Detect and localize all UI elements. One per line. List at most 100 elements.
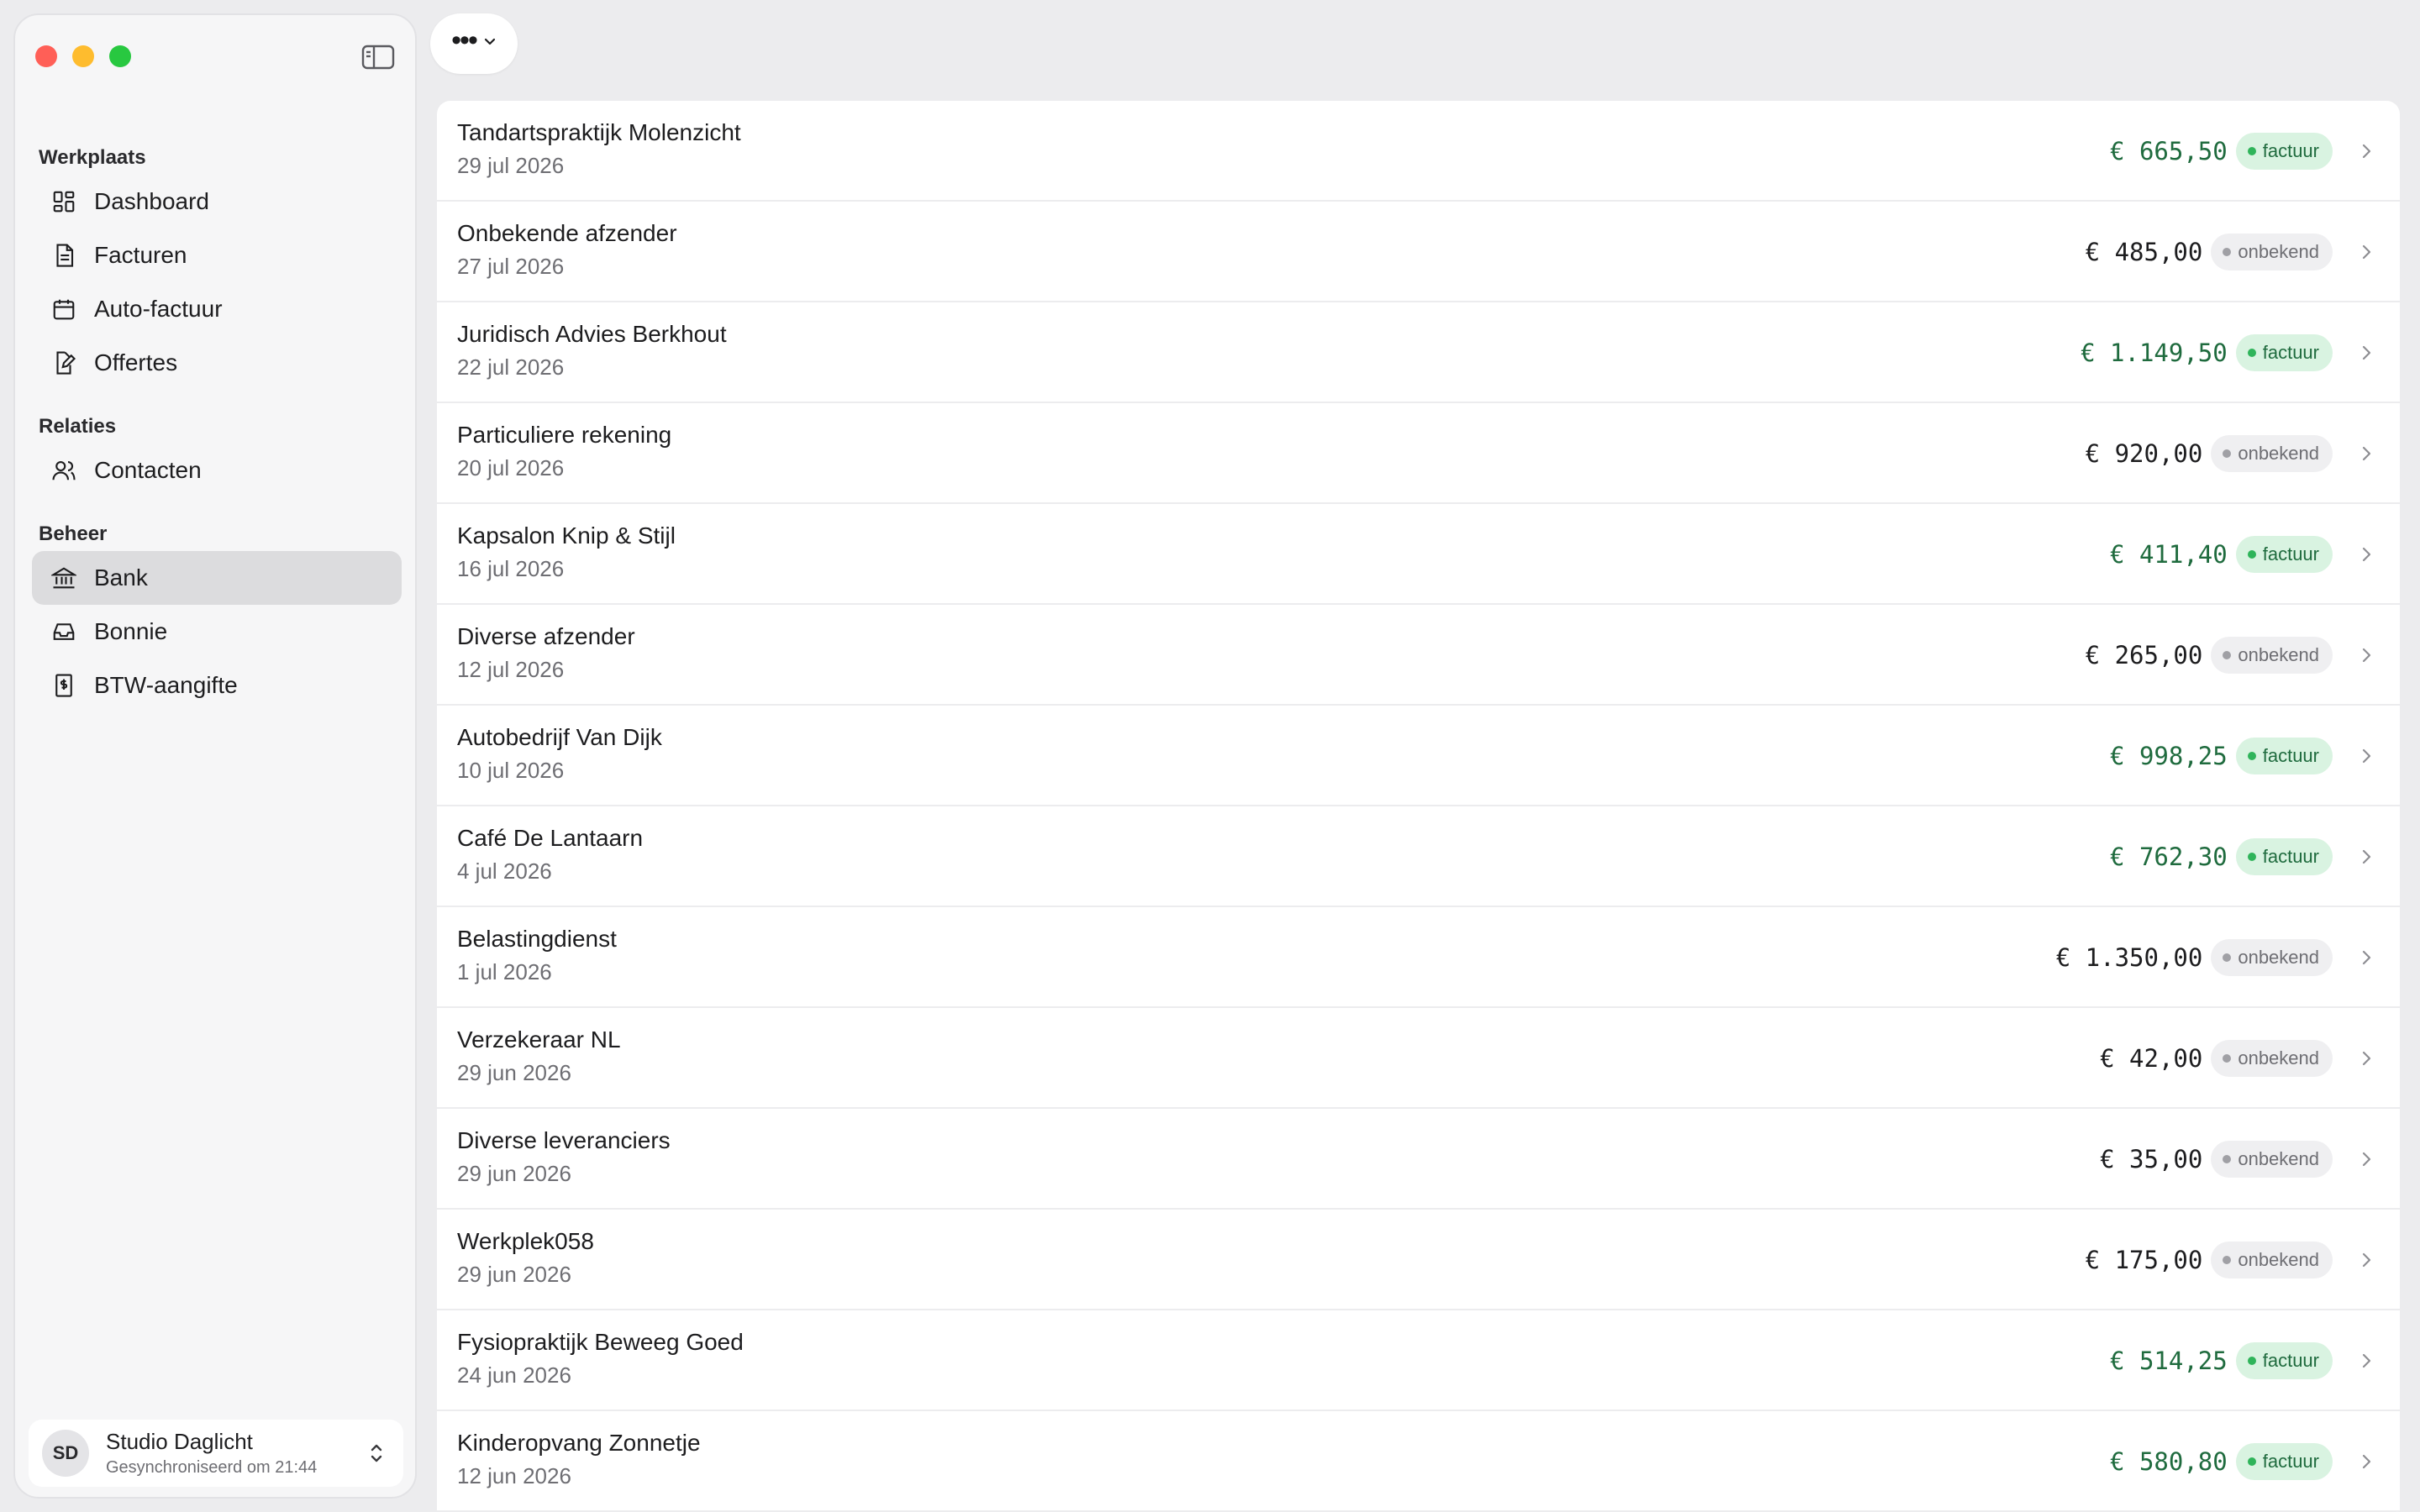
dashboard-icon (50, 188, 77, 215)
status-label: onbekend (2238, 644, 2319, 665)
sidebar-item-bank[interactable]: Bank (32, 551, 402, 605)
transaction-row[interactable]: Kapsalon Knip & Stijl 16 jul 2026 € 411,40… (437, 504, 2400, 605)
sidebar-item-auto-factuur[interactable]: Auto-factuur (32, 282, 402, 336)
chevron-right-icon (2358, 342, 2375, 364)
sidebar-item-label: Bank (94, 564, 148, 591)
sidebar-item-label: Auto-factuur (94, 296, 223, 322)
sidebar-toggle-icon[interactable] (361, 44, 395, 71)
section-label-beheer: Beheer (39, 522, 108, 545)
transaction-amount: € 920,00 (2085, 439, 2203, 468)
chevron-down-icon (483, 36, 497, 51)
transaction-date: 22 jul 2026 (457, 354, 565, 380)
account-switcher[interactable]: SD Studio Daglicht Gesynchroniseerd om 2… (29, 1420, 403, 1487)
status-badge: onbekend (2211, 1040, 2333, 1077)
status-label: onbekend (2238, 1148, 2319, 1169)
status-dot-icon (2247, 752, 2256, 760)
status-badge: onbekend (2211, 234, 2333, 270)
transaction-date: 12 jul 2026 (457, 657, 565, 682)
status-badge: factuur (2235, 838, 2333, 875)
transaction-amount: € 580,80 (2110, 1447, 2228, 1476)
status-dot-icon (2223, 953, 2232, 962)
transaction-amount: € 514,25 (2110, 1347, 2228, 1375)
status-dot-icon (2223, 248, 2232, 256)
status-badge: factuur (2235, 1443, 2333, 1480)
sidebar-item-label: BTW-aangifte (94, 672, 238, 698)
transaction-list: Tandartspraktijk Molenzicht 29 jul 2026 € … (437, 101, 2400, 1512)
bank-icon (50, 564, 77, 591)
sidebar: Werkplaats Dashboard Facturen Auto-factu… (13, 13, 417, 1499)
status-label: onbekend (2238, 1047, 2319, 1068)
transaction-row[interactable]: Tandartspraktijk Molenzicht 29 jul 2026 € … (437, 101, 2400, 202)
chevron-right-icon (2358, 846, 2375, 868)
transaction-amount: € 175,00 (2085, 1246, 2203, 1274)
avatar: SD (42, 1430, 89, 1477)
transaction-row[interactable]: Belastingdienst 1 jul 2026 € 1.350,00 onbek… (437, 907, 2400, 1008)
transaction-row[interactable]: Kinderopvang Zonnetje 12 jun 2026 € 580,80… (437, 1411, 2400, 1512)
status-dot-icon (2223, 1054, 2232, 1063)
transaction-name: Diverse leveranciers (457, 1127, 671, 1153)
transaction-row[interactable]: Diverse afzender 12 jul 2026 € 265,00 onbek… (437, 605, 2400, 706)
status-label: factuur (2262, 543, 2319, 564)
transaction-date: 29 jun 2026 (457, 1060, 571, 1085)
status-dot-icon (2223, 1155, 2232, 1163)
transaction-name: Café De Lantaarn (457, 825, 644, 851)
transaction-name: Verzekeraar NL (457, 1026, 621, 1053)
transaction-name: Werkplek058 (457, 1228, 594, 1254)
status-label: factuur (2262, 745, 2319, 766)
transaction-amount: € 1.149,50 (2081, 339, 2228, 367)
sidebar-item-bonnie[interactable]: Bonnie (32, 605, 402, 659)
sidebar-item-label: Offertes (94, 349, 178, 375)
transaction-row[interactable]: Onbekende afzender 27 jul 2026 € 485,00 onb… (437, 202, 2400, 302)
status-badge: factuur (2235, 133, 2333, 170)
app-window: Werkplaats Dashboard Facturen Auto-factu… (0, 0, 2420, 1512)
zoom-window-button[interactable] (109, 45, 131, 67)
status-label: factuur (2262, 140, 2319, 161)
transaction-row[interactable]: Autobedrijf Van Dijk 10 jul 2026 € 998,25 f… (437, 706, 2400, 806)
chevron-right-icon (2358, 140, 2375, 162)
sidebar-item-btw-aangifte[interactable]: BTW-aangifte (32, 659, 402, 712)
sidebar-item-dashboard[interactable]: Dashboard (32, 175, 402, 228)
chevron-up-down-icon (366, 1440, 387, 1467)
sidebar-item-offertes[interactable]: Offertes (32, 336, 402, 390)
transaction-name: Fysiopraktijk Beweeg Goed (457, 1329, 744, 1355)
transaction-row[interactable]: Juridisch Advies Berkhout 22 jul 2026 € 1.… (437, 302, 2400, 403)
transaction-row[interactable]: Verzekeraar NL 29 jun 2026 € 42,00 onbekend (437, 1008, 2400, 1109)
transaction-row[interactable]: Diverse leveranciers 29 jun 2026 € 35,00 on… (437, 1109, 2400, 1210)
transaction-amount: € 998,25 (2110, 742, 2228, 770)
sidebar-item-facturen[interactable]: Facturen (32, 228, 402, 282)
status-label: factuur (2262, 846, 2319, 867)
transaction-date: 29 jun 2026 (457, 1161, 571, 1186)
status-dot-icon (2247, 349, 2256, 357)
transaction-date: 20 jul 2026 (457, 455, 565, 480)
sidebar-item-contacten[interactable]: Contacten (32, 444, 402, 497)
more-actions-button[interactable]: ••• (430, 13, 518, 74)
section-label-relaties: Relaties (39, 415, 117, 438)
status-badge: onbekend (2211, 1242, 2333, 1278)
people-icon (50, 457, 77, 484)
status-badge: factuur (2235, 334, 2333, 371)
chevron-right-icon (2358, 1047, 2375, 1069)
close-window-button[interactable] (35, 45, 57, 67)
status-label: onbekend (2238, 241, 2319, 262)
status-label: factuur (2262, 1451, 2319, 1472)
status-dot-icon (2247, 1457, 2256, 1466)
transaction-date: 10 jul 2026 (457, 758, 565, 783)
edit-document-icon (50, 349, 77, 376)
transaction-name: Kapsalon Knip & Stijl (457, 522, 676, 549)
transaction-amount: € 762,30 (2110, 843, 2228, 871)
transaction-name: Onbekende afzender (457, 220, 677, 246)
transaction-date: 1 jul 2026 (457, 959, 552, 984)
sidebar-item-label: Contacten (94, 457, 202, 483)
tax-document-icon (50, 672, 77, 699)
transaction-row[interactable]: Fysiopraktijk Beweeg Goed 24 jun 2026 € 51… (437, 1310, 2400, 1411)
transaction-row[interactable]: Particuliere rekening 20 jul 2026 € 920,00… (437, 403, 2400, 504)
minimize-window-button[interactable] (72, 45, 94, 67)
more-icon: ••• (451, 24, 478, 56)
transaction-row[interactable]: Café De Lantaarn 4 jul 2026 € 762,30 factuu… (437, 806, 2400, 907)
transaction-date: 29 jun 2026 (457, 1262, 571, 1287)
transaction-name: Tandartspraktijk Molenzicht (457, 119, 741, 145)
transaction-row[interactable]: Werkplek058 29 jun 2026 € 175,00 onbekend (437, 1210, 2400, 1310)
inbox-icon (50, 618, 77, 645)
sidebar-item-label: Bonnie (94, 618, 168, 644)
chevron-right-icon (2358, 1249, 2375, 1271)
